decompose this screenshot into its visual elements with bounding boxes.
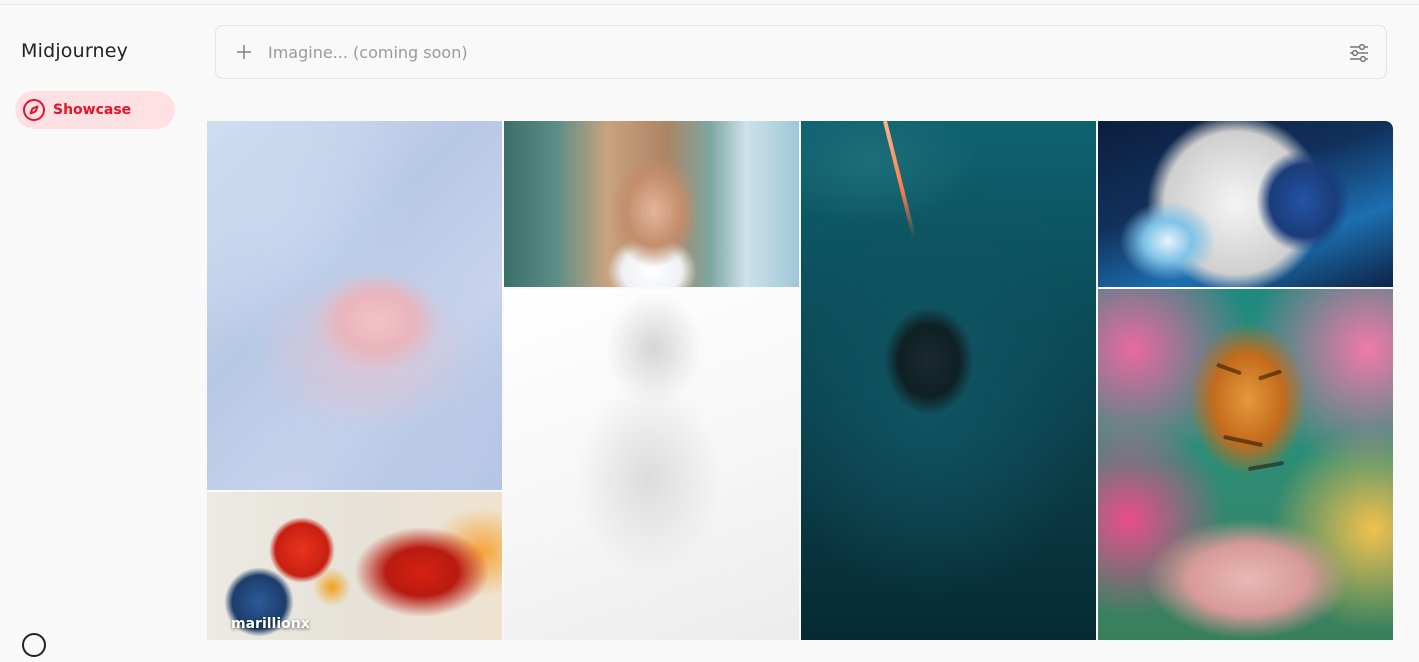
top-divider — [0, 4, 1419, 5]
tiger-stripe — [1223, 434, 1263, 448]
gallery-image-underwater-robot[interactable] — [801, 121, 1096, 640]
gallery-image-tiger[interactable] — [1098, 289, 1393, 640]
tiger-stripe — [1257, 369, 1283, 381]
sidebar-item-label: Showcase — [53, 102, 132, 118]
tiger-stripe — [1247, 460, 1285, 472]
gallery-image-abstract-splash[interactable]: marillionx — [207, 492, 502, 640]
gallery-image-woman-waving[interactable] — [504, 121, 799, 287]
compass-icon — [22, 98, 46, 122]
light-beam-decoration — [883, 121, 916, 238]
gallery-image-skateboard-sketch[interactable] — [504, 289, 799, 640]
tiger-stripe — [1216, 362, 1242, 376]
sidebar: Midjourney Showcase — [0, 0, 190, 657]
imagine-input[interactable] — [268, 40, 1268, 64]
prompt-bar — [215, 25, 1387, 79]
showcase-gallery: marillionx — [207, 121, 1393, 640]
image-author-label[interactable]: marillionx — [231, 616, 310, 632]
plus-icon[interactable] — [234, 42, 254, 62]
settings-sliders-icon[interactable] — [1348, 42, 1370, 64]
gallery-image-porcelain-face[interactable] — [207, 121, 502, 490]
gallery-image-soccer-player[interactable] — [1098, 121, 1393, 287]
brand-logo-text[interactable]: Midjourney — [21, 40, 128, 62]
help-icon[interactable] — [21, 632, 47, 658]
sidebar-item-showcase[interactable]: Showcase — [15, 91, 175, 129]
